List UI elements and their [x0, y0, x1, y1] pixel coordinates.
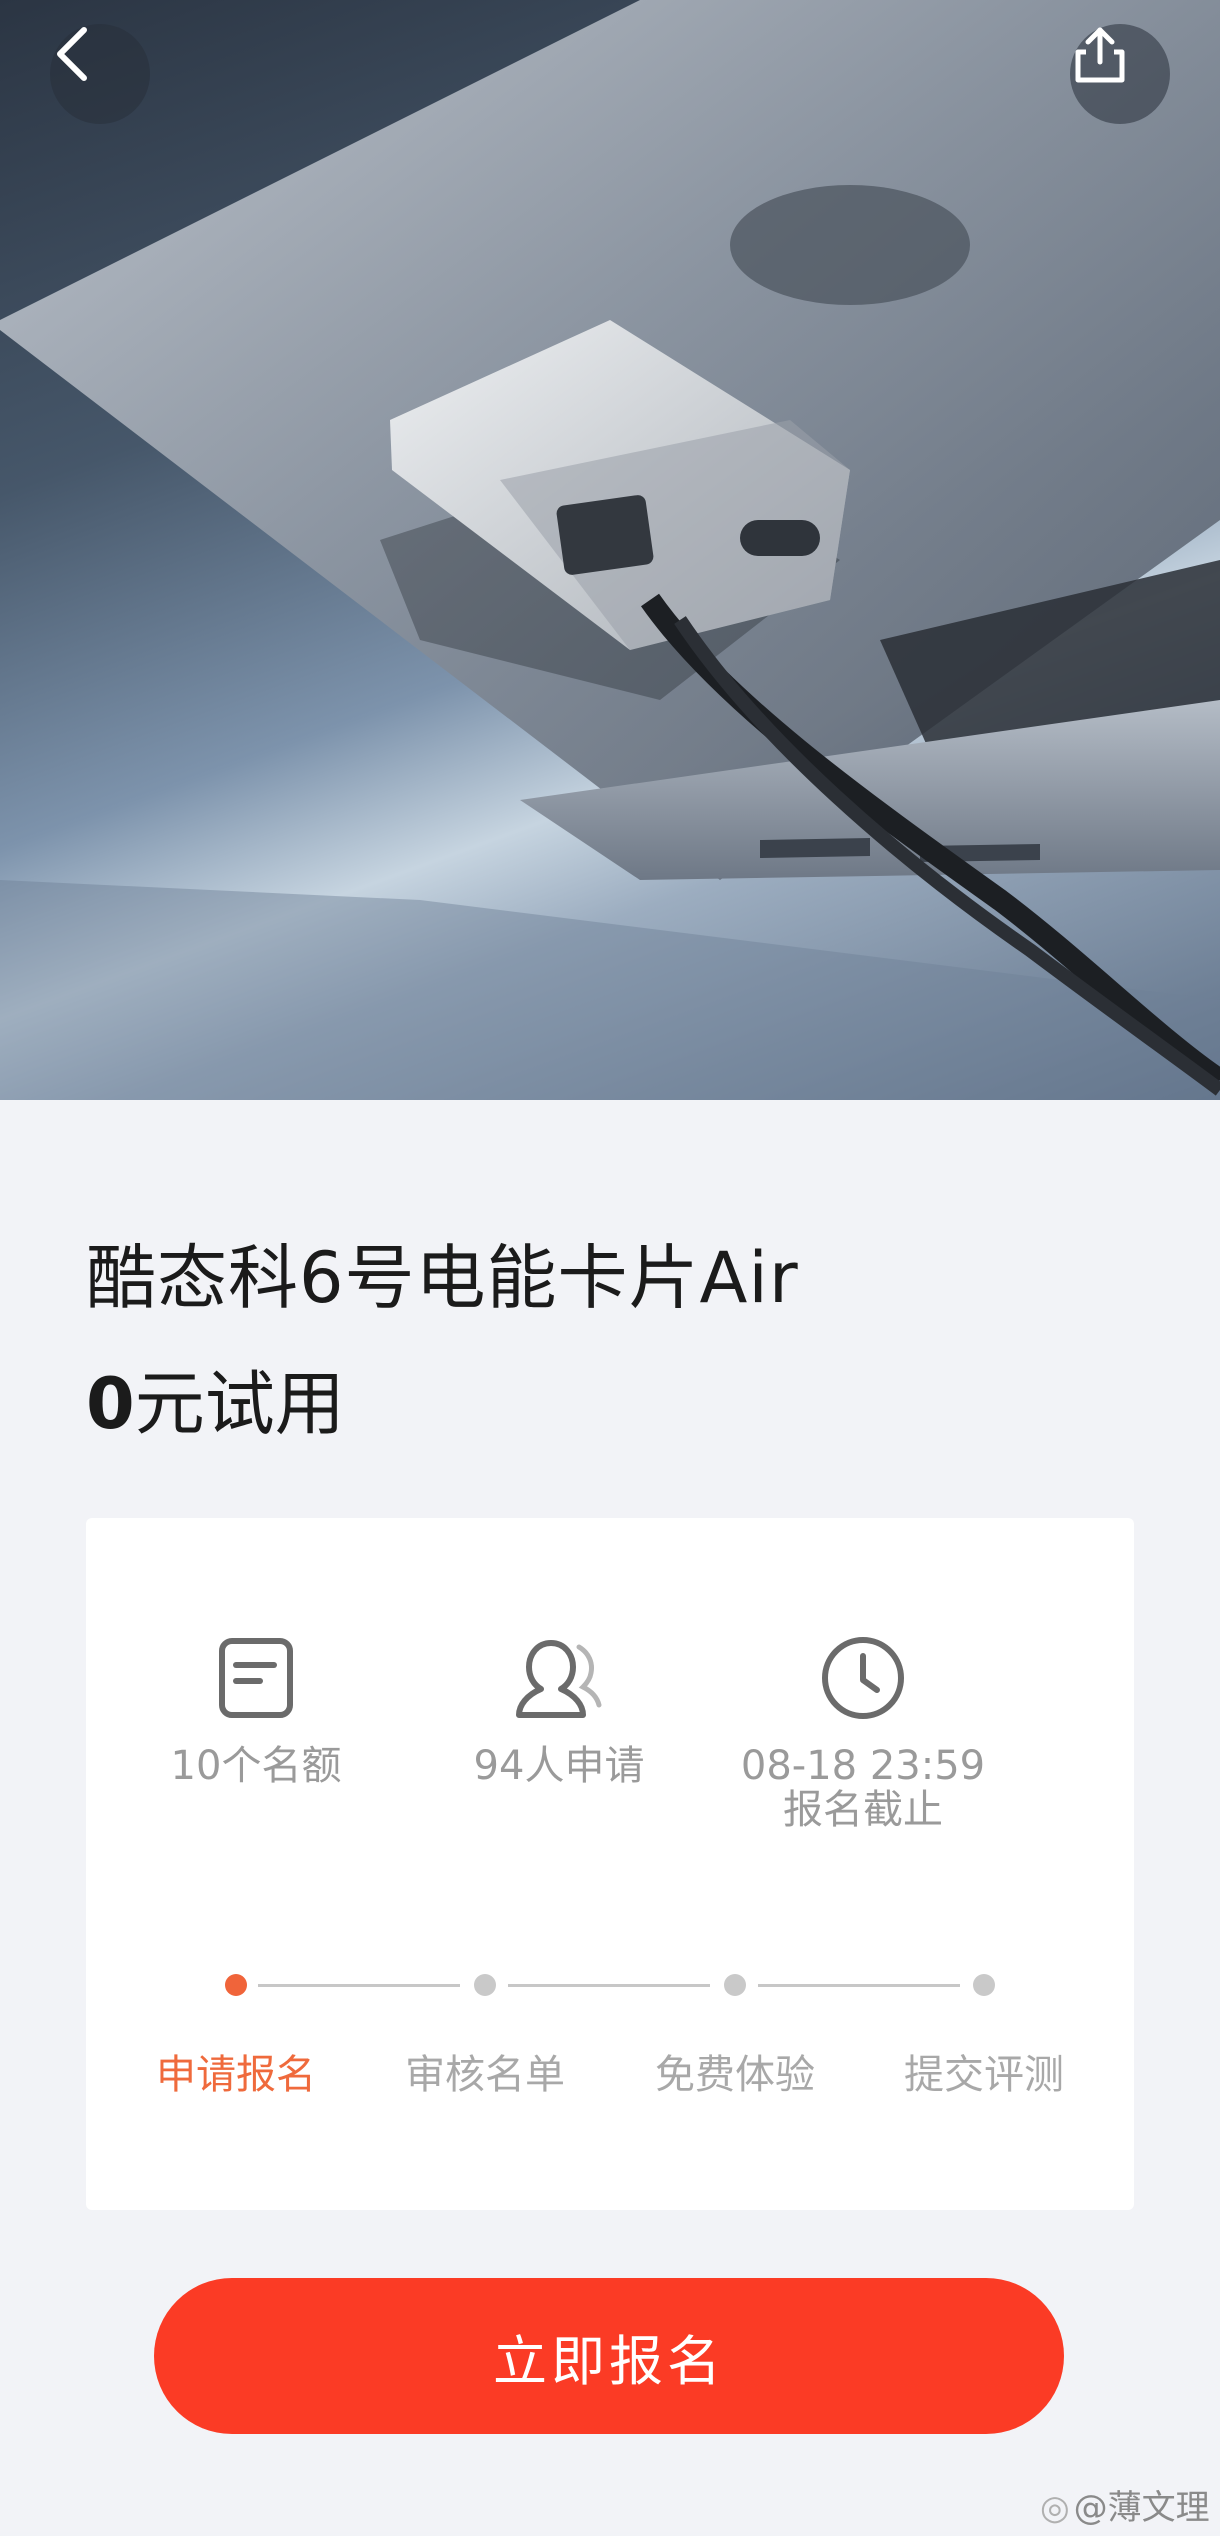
deadline-label: 报名截止: [783, 1787, 943, 1833]
product-hero-image: [0, 0, 1220, 1100]
user-icon: [516, 1640, 602, 1718]
price-number: 0: [86, 1363, 135, 1445]
price-suffix: 元试用: [134, 1363, 345, 1445]
quota-stat: 10个名额: [106, 1630, 406, 1788]
step-label-apply: 申请报名: [156, 2052, 316, 2098]
application-steps: 申请报名 审核名单 免费体验 提交评测: [86, 1962, 1134, 2098]
document-icon: [219, 1638, 293, 1718]
deadline-stat: 08-18 23:59 报名截止: [713, 1630, 1013, 1832]
trial-price: 0元试用: [86, 1348, 345, 1449]
step-connector: [508, 1984, 710, 1987]
step-dot-review: [474, 1974, 496, 1996]
weibo-icon: ◎: [1040, 2488, 1070, 2528]
step-connector: [758, 1984, 960, 1987]
step-dot-submit: [973, 1974, 995, 1996]
watermark: ◎ @薄文理: [1040, 2480, 1210, 2529]
quota-label: 10个名额: [170, 1743, 342, 1789]
apply-now-button[interactable]: 立即报名: [154, 2278, 1064, 2434]
step-connector: [258, 1984, 460, 1987]
share-button[interactable]: [1070, 24, 1170, 124]
step-label-trial: 免费体验: [655, 2052, 815, 2098]
step-label-review: 审核名单: [405, 2052, 565, 2098]
product-title: 酷态科6号电能卡片Air: [86, 1237, 799, 1319]
back-button[interactable]: [50, 24, 150, 124]
applicants-stat: 94人申请: [409, 1630, 709, 1788]
step-dot-apply: [225, 1974, 247, 1996]
deadline-time: 08-18 23:59: [740, 1743, 986, 1789]
share-icon: [1075, 27, 1125, 83]
chevron-left-icon: [57, 27, 87, 81]
watermark-text: @薄文理: [1073, 2488, 1210, 2528]
step-label-submit: 提交评测: [904, 2052, 1064, 2098]
clock-icon: [822, 1637, 904, 1719]
applicants-label: 94人申请: [473, 1743, 645, 1789]
laptop-charger-illustration: [0, 0, 1220, 1100]
step-dot-trial: [724, 1974, 746, 1996]
trial-info-card: 10个名额 94人申请 08-18 23:59 报名截止 申请报名 审核名单 免…: [86, 1518, 1134, 2210]
